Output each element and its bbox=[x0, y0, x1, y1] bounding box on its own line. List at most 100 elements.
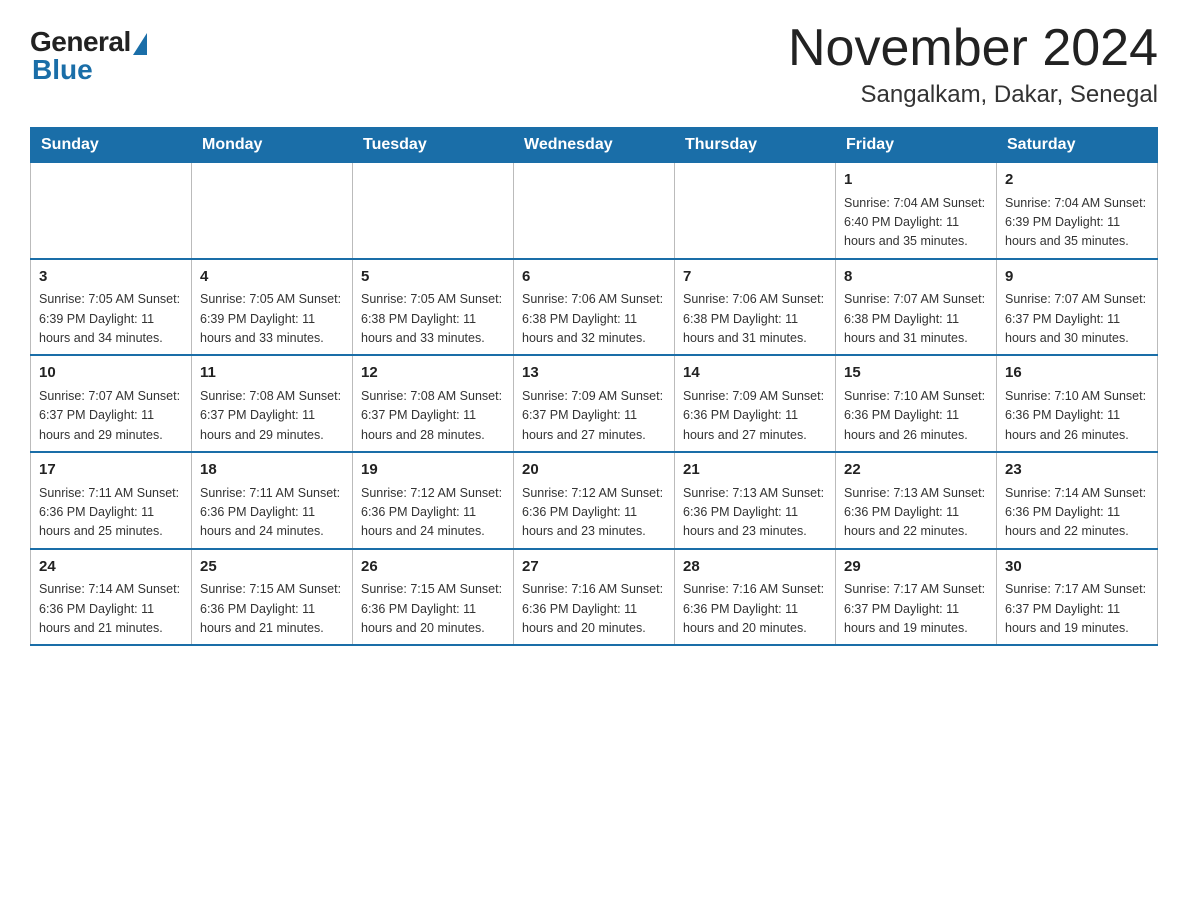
calendar-week-row: 17Sunrise: 7:11 AM Sunset: 6:36 PM Dayli… bbox=[31, 452, 1158, 549]
day-info: Sunrise: 7:17 AM Sunset: 6:37 PM Dayligh… bbox=[1005, 580, 1149, 638]
day-of-week-header: Monday bbox=[192, 128, 353, 163]
location: Sangalkam, Dakar, Senegal bbox=[788, 81, 1158, 109]
day-number: 23 bbox=[1005, 459, 1149, 482]
calendar-week-row: 24Sunrise: 7:14 AM Sunset: 6:36 PM Dayli… bbox=[31, 549, 1158, 646]
calendar-cell: 17Sunrise: 7:11 AM Sunset: 6:36 PM Dayli… bbox=[31, 452, 192, 549]
calendar-cell: 10Sunrise: 7:07 AM Sunset: 6:37 PM Dayli… bbox=[31, 355, 192, 452]
calendar-cell: 26Sunrise: 7:15 AM Sunset: 6:36 PM Dayli… bbox=[353, 549, 514, 646]
calendar-cell: 9Sunrise: 7:07 AM Sunset: 6:37 PM Daylig… bbox=[997, 259, 1158, 356]
day-number: 30 bbox=[1005, 556, 1149, 579]
calendar-cell: 18Sunrise: 7:11 AM Sunset: 6:36 PM Dayli… bbox=[192, 452, 353, 549]
calendar-cell: 21Sunrise: 7:13 AM Sunset: 6:36 PM Dayli… bbox=[675, 452, 836, 549]
day-info: Sunrise: 7:14 AM Sunset: 6:36 PM Dayligh… bbox=[39, 580, 183, 638]
day-info: Sunrise: 7:09 AM Sunset: 6:37 PM Dayligh… bbox=[522, 387, 666, 445]
day-info: Sunrise: 7:05 AM Sunset: 6:39 PM Dayligh… bbox=[39, 290, 183, 348]
day-info: Sunrise: 7:04 AM Sunset: 6:40 PM Dayligh… bbox=[844, 194, 988, 252]
calendar-cell bbox=[353, 163, 514, 259]
day-info: Sunrise: 7:11 AM Sunset: 6:36 PM Dayligh… bbox=[39, 484, 183, 542]
calendar-cell: 3Sunrise: 7:05 AM Sunset: 6:39 PM Daylig… bbox=[31, 259, 192, 356]
day-of-week-header: Friday bbox=[836, 128, 997, 163]
page-header: General Blue November 2024 Sangalkam, Da… bbox=[30, 20, 1158, 109]
calendar-cell: 15Sunrise: 7:10 AM Sunset: 6:36 PM Dayli… bbox=[836, 355, 997, 452]
calendar-cell: 12Sunrise: 7:08 AM Sunset: 6:37 PM Dayli… bbox=[353, 355, 514, 452]
logo: General Blue bbox=[30, 20, 147, 86]
day-info: Sunrise: 7:10 AM Sunset: 6:36 PM Dayligh… bbox=[844, 387, 988, 445]
calendar-cell: 30Sunrise: 7:17 AM Sunset: 6:37 PM Dayli… bbox=[997, 549, 1158, 646]
day-of-week-header: Thursday bbox=[675, 128, 836, 163]
day-number: 14 bbox=[683, 362, 827, 385]
calendar-cell: 5Sunrise: 7:05 AM Sunset: 6:38 PM Daylig… bbox=[353, 259, 514, 356]
day-info: Sunrise: 7:07 AM Sunset: 6:37 PM Dayligh… bbox=[1005, 290, 1149, 348]
calendar-cell: 23Sunrise: 7:14 AM Sunset: 6:36 PM Dayli… bbox=[997, 452, 1158, 549]
day-number: 1 bbox=[844, 169, 988, 192]
day-number: 8 bbox=[844, 266, 988, 289]
day-number: 11 bbox=[200, 362, 344, 385]
day-info: Sunrise: 7:05 AM Sunset: 6:38 PM Dayligh… bbox=[361, 290, 505, 348]
day-info: Sunrise: 7:17 AM Sunset: 6:37 PM Dayligh… bbox=[844, 580, 988, 638]
day-number: 10 bbox=[39, 362, 183, 385]
day-info: Sunrise: 7:11 AM Sunset: 6:36 PM Dayligh… bbox=[200, 484, 344, 542]
calendar-cell: 4Sunrise: 7:05 AM Sunset: 6:39 PM Daylig… bbox=[192, 259, 353, 356]
day-of-week-header: Tuesday bbox=[353, 128, 514, 163]
day-info: Sunrise: 7:14 AM Sunset: 6:36 PM Dayligh… bbox=[1005, 484, 1149, 542]
day-number: 12 bbox=[361, 362, 505, 385]
day-info: Sunrise: 7:05 AM Sunset: 6:39 PM Dayligh… bbox=[200, 290, 344, 348]
day-of-week-header: Saturday bbox=[997, 128, 1158, 163]
calendar-cell: 25Sunrise: 7:15 AM Sunset: 6:36 PM Dayli… bbox=[192, 549, 353, 646]
day-info: Sunrise: 7:13 AM Sunset: 6:36 PM Dayligh… bbox=[844, 484, 988, 542]
calendar-cell bbox=[192, 163, 353, 259]
day-number: 9 bbox=[1005, 266, 1149, 289]
calendar-week-row: 1Sunrise: 7:04 AM Sunset: 6:40 PM Daylig… bbox=[31, 163, 1158, 259]
day-number: 5 bbox=[361, 266, 505, 289]
day-number: 18 bbox=[200, 459, 344, 482]
logo-blue-text: Blue bbox=[32, 54, 93, 86]
day-number: 22 bbox=[844, 459, 988, 482]
calendar-cell: 29Sunrise: 7:17 AM Sunset: 6:37 PM Dayli… bbox=[836, 549, 997, 646]
day-number: 28 bbox=[683, 556, 827, 579]
day-number: 4 bbox=[200, 266, 344, 289]
calendar-cell bbox=[675, 163, 836, 259]
calendar-cell: 14Sunrise: 7:09 AM Sunset: 6:36 PM Dayli… bbox=[675, 355, 836, 452]
calendar-cell: 8Sunrise: 7:07 AM Sunset: 6:38 PM Daylig… bbox=[836, 259, 997, 356]
day-info: Sunrise: 7:15 AM Sunset: 6:36 PM Dayligh… bbox=[361, 580, 505, 638]
day-number: 16 bbox=[1005, 362, 1149, 385]
calendar-cell: 28Sunrise: 7:16 AM Sunset: 6:36 PM Dayli… bbox=[675, 549, 836, 646]
day-info: Sunrise: 7:13 AM Sunset: 6:36 PM Dayligh… bbox=[683, 484, 827, 542]
calendar-cell bbox=[31, 163, 192, 259]
day-number: 24 bbox=[39, 556, 183, 579]
day-number: 20 bbox=[522, 459, 666, 482]
calendar-week-row: 10Sunrise: 7:07 AM Sunset: 6:37 PM Dayli… bbox=[31, 355, 1158, 452]
day-info: Sunrise: 7:08 AM Sunset: 6:37 PM Dayligh… bbox=[361, 387, 505, 445]
day-number: 7 bbox=[683, 266, 827, 289]
calendar-cell: 13Sunrise: 7:09 AM Sunset: 6:37 PM Dayli… bbox=[514, 355, 675, 452]
day-number: 13 bbox=[522, 362, 666, 385]
day-number: 19 bbox=[361, 459, 505, 482]
day-info: Sunrise: 7:09 AM Sunset: 6:36 PM Dayligh… bbox=[683, 387, 827, 445]
day-of-week-header: Wednesday bbox=[514, 128, 675, 163]
day-info: Sunrise: 7:06 AM Sunset: 6:38 PM Dayligh… bbox=[683, 290, 827, 348]
calendar-cell: 1Sunrise: 7:04 AM Sunset: 6:40 PM Daylig… bbox=[836, 163, 997, 259]
calendar-cell: 24Sunrise: 7:14 AM Sunset: 6:36 PM Dayli… bbox=[31, 549, 192, 646]
calendar-cell: 6Sunrise: 7:06 AM Sunset: 6:38 PM Daylig… bbox=[514, 259, 675, 356]
logo-triangle-icon bbox=[133, 33, 147, 55]
title-block: November 2024 Sangalkam, Dakar, Senegal bbox=[788, 20, 1158, 109]
day-info: Sunrise: 7:08 AM Sunset: 6:37 PM Dayligh… bbox=[200, 387, 344, 445]
day-number: 25 bbox=[200, 556, 344, 579]
day-info: Sunrise: 7:07 AM Sunset: 6:37 PM Dayligh… bbox=[39, 387, 183, 445]
calendar-cell: 19Sunrise: 7:12 AM Sunset: 6:36 PM Dayli… bbox=[353, 452, 514, 549]
calendar-cell: 22Sunrise: 7:13 AM Sunset: 6:36 PM Dayli… bbox=[836, 452, 997, 549]
calendar-cell: 27Sunrise: 7:16 AM Sunset: 6:36 PM Dayli… bbox=[514, 549, 675, 646]
day-number: 2 bbox=[1005, 169, 1149, 192]
day-number: 29 bbox=[844, 556, 988, 579]
day-info: Sunrise: 7:04 AM Sunset: 6:39 PM Dayligh… bbox=[1005, 194, 1149, 252]
day-info: Sunrise: 7:06 AM Sunset: 6:38 PM Dayligh… bbox=[522, 290, 666, 348]
calendar-table: SundayMondayTuesdayWednesdayThursdayFrid… bbox=[30, 127, 1158, 646]
calendar-cell: 7Sunrise: 7:06 AM Sunset: 6:38 PM Daylig… bbox=[675, 259, 836, 356]
calendar-cell: 16Sunrise: 7:10 AM Sunset: 6:36 PM Dayli… bbox=[997, 355, 1158, 452]
calendar-cell bbox=[514, 163, 675, 259]
calendar-cell: 11Sunrise: 7:08 AM Sunset: 6:37 PM Dayli… bbox=[192, 355, 353, 452]
day-info: Sunrise: 7:10 AM Sunset: 6:36 PM Dayligh… bbox=[1005, 387, 1149, 445]
calendar-body: 1Sunrise: 7:04 AM Sunset: 6:40 PM Daylig… bbox=[31, 163, 1158, 646]
day-info: Sunrise: 7:15 AM Sunset: 6:36 PM Dayligh… bbox=[200, 580, 344, 638]
day-number: 6 bbox=[522, 266, 666, 289]
